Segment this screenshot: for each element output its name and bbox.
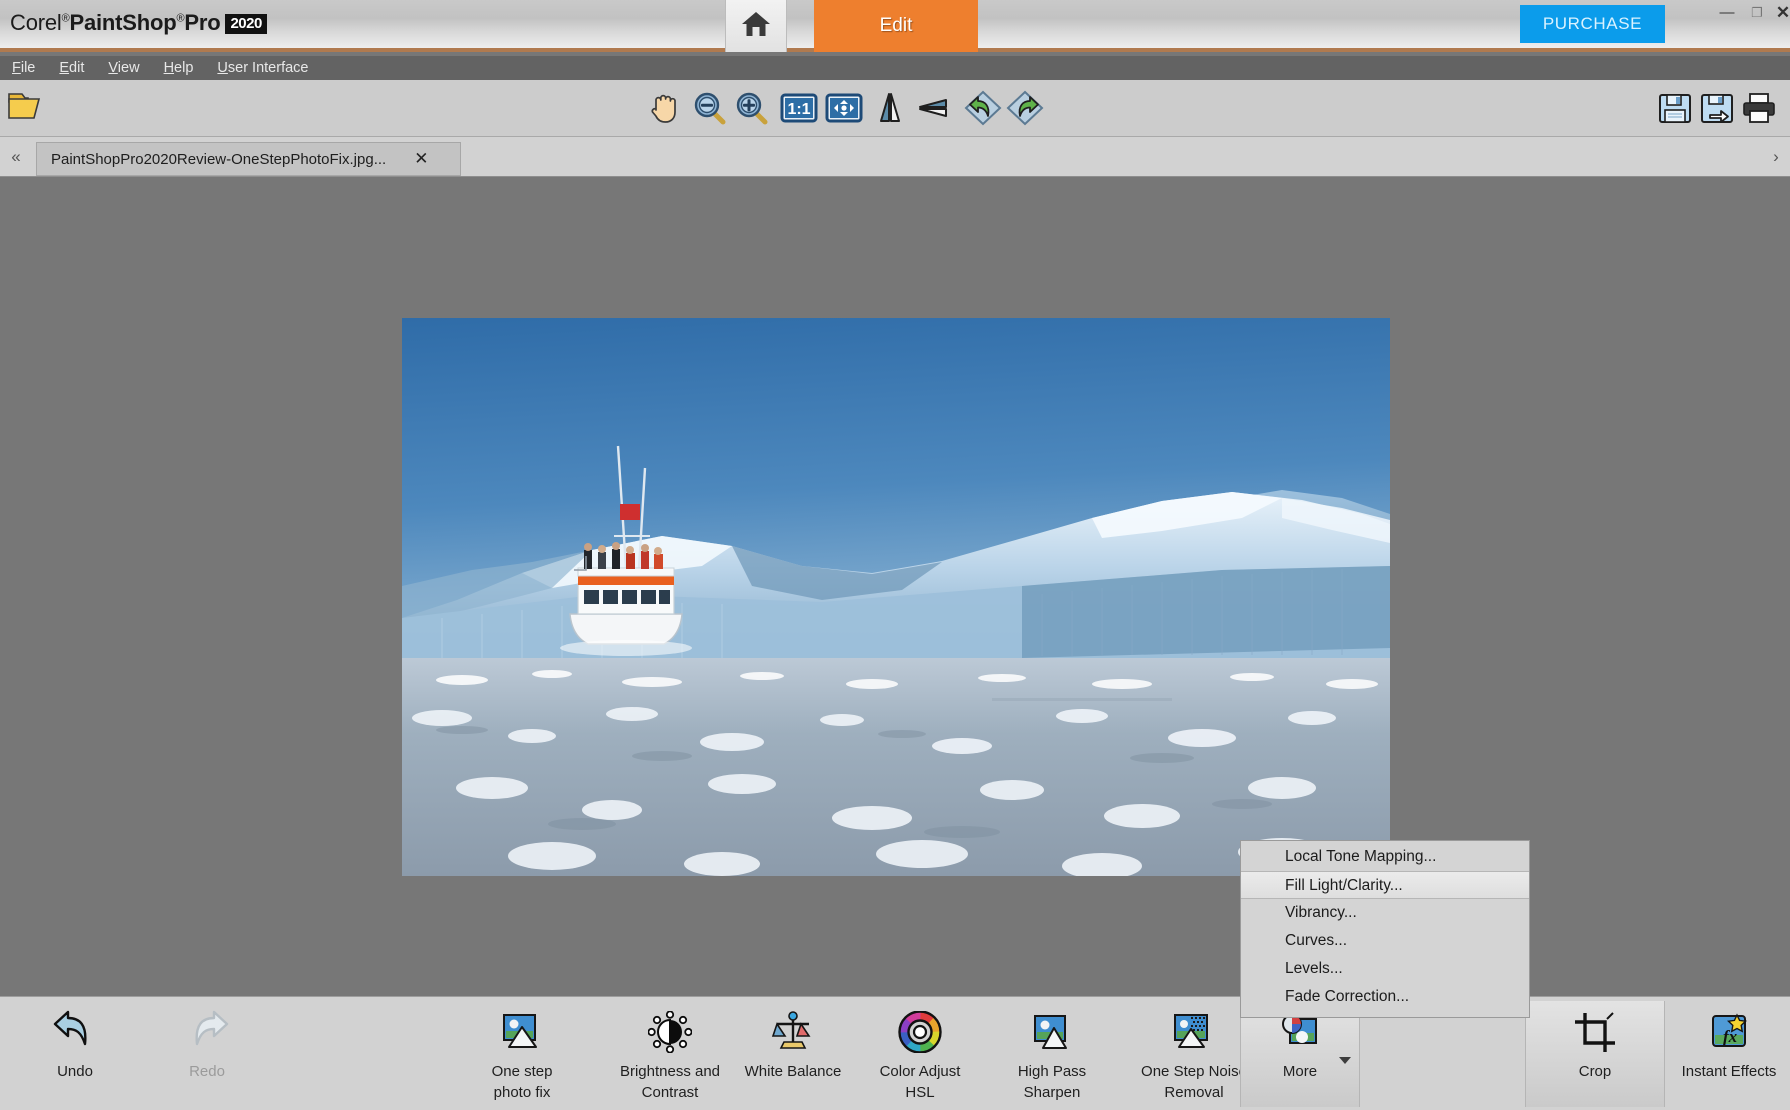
undo-arrow-icon [52, 1007, 98, 1057]
fit-to-window-icon[interactable] [823, 88, 865, 130]
menu-item-user-interface[interactable]: User Interface [205, 60, 320, 76]
print-icon[interactable] [1739, 88, 1781, 130]
menu-file-mnemonic: F [12, 60, 21, 76]
close-button[interactable]: ✕ [1770, 2, 1790, 24]
tab-edit-label: Edit [879, 15, 913, 36]
redo-arrow-icon [184, 1007, 230, 1057]
close-tab-icon[interactable]: ✕ [414, 149, 428, 169]
menu-item-local-tone-mapping[interactable]: Local Tone Mapping... [1241, 843, 1529, 871]
menu-item-fill-light-clarity[interactable]: Fill Light/Clarity... [1241, 871, 1529, 899]
pan-hand-icon[interactable] [645, 88, 687, 130]
menu-bar: File Edit View Help User Interface [0, 56, 1790, 80]
one-step-photo-fix-icon [500, 1007, 544, 1057]
menu-item-help[interactable]: Help [152, 60, 206, 76]
bottom-undo-button[interactable]: Undo [20, 1001, 130, 1107]
home-icon [741, 10, 771, 43]
menu-item-levels[interactable]: Levels... [1241, 955, 1529, 983]
menu-view-mnemonic: V [108, 60, 118, 76]
maximize-button[interactable]: ❐ [1744, 2, 1770, 24]
brand-pro: Pro [184, 10, 221, 35]
one-step-noise-removal-icon [1171, 1007, 1217, 1057]
photo-image[interactable] [402, 318, 1390, 876]
purchase-label: PURCHASE [1542, 14, 1643, 33]
instant-effects-icon: fx [1707, 1007, 1751, 1057]
main-toolbar: 1:1 [0, 80, 1790, 137]
tab-scroll-left-icon[interactable]: « [5, 145, 27, 169]
save-icon[interactable] [1655, 88, 1697, 130]
bottom-white-balance-label: White Balance [744, 1063, 842, 1080]
white-balance-icon [771, 1007, 815, 1057]
title-bar: Corel®PaintShop®Pro 2020 Edit PURCHASE — … [0, 0, 1790, 52]
bottom-brightness-contrast-label: Brightness and Contrast [619, 1063, 721, 1101]
minimize-button[interactable]: — [1714, 2, 1740, 24]
bottom-color-adjust-hsl-label: Color Adjust HSL [879, 1063, 961, 1101]
menu-ui-mnemonic: U [217, 60, 228, 76]
redo-icon[interactable] [1004, 88, 1046, 130]
tab-scroll-right-icon[interactable]: › [1765, 145, 1787, 169]
bottom-redo-button[interactable]: Redo [152, 1001, 262, 1107]
brightness-contrast-icon [648, 1007, 692, 1057]
minimize-icon: — [1719, 4, 1735, 21]
bottom-white-balance-button[interactable]: White Balance [718, 1001, 868, 1107]
menu-help-mnemonic: H [163, 60, 175, 76]
menu-item-edit[interactable]: Edit [47, 60, 96, 76]
document-tab-strip: « PaintShopPro2020Review-OneStepPhotoFix… [0, 137, 1790, 177]
menu-item-vibrancy[interactable]: Vibrancy... [1241, 899, 1529, 927]
tab-home[interactable] [725, 0, 787, 52]
menu-ui-rest: ser Interface [227, 60, 309, 76]
bottom-one-step-photo-fix-button[interactable]: One step photo fix [452, 1001, 592, 1107]
menu-item-fade-correction[interactable]: Fade Correction... [1241, 983, 1529, 1011]
menu-item-file[interactable]: File [0, 60, 47, 76]
bottom-more-label: More [1282, 1063, 1318, 1080]
application-window: Corel®PaintShop®Pro 2020 Edit PURCHASE — … [0, 0, 1790, 1110]
bottom-high-pass-sharpen-button[interactable]: High Pass Sharpen [982, 1001, 1122, 1107]
undo-icon[interactable] [962, 88, 1004, 130]
mirror-icon[interactable] [870, 88, 912, 130]
menu-edit-mnemonic: E [59, 60, 70, 76]
crop-icon [1573, 1007, 1617, 1057]
menu-file-rest: ile [20, 60, 36, 76]
bottom-redo-label: Redo [189, 1063, 225, 1080]
actual-size-1-1-icon[interactable]: 1:1 [778, 88, 820, 130]
color-adjust-hsl-icon [898, 1007, 942, 1057]
maximize-icon: ❐ [1751, 5, 1763, 20]
menu-view-rest: iew [117, 60, 140, 76]
svg-text:1:1: 1:1 [787, 101, 810, 118]
save-as-icon[interactable] [1697, 88, 1739, 130]
bottom-one-step-noise-removal-label: One Step Noise Removal [1141, 1063, 1247, 1101]
flip-icon[interactable] [912, 88, 954, 130]
brand-year: 2020 [225, 14, 267, 34]
app-brand-logo: Corel®PaintShop®Pro 2020 [10, 10, 267, 36]
bottom-undo-label: Undo [57, 1063, 93, 1080]
bottom-crop-button[interactable]: Crop [1525, 1001, 1665, 1107]
bottom-instant-effects-label: Instant Effects [1681, 1063, 1777, 1080]
bottom-instant-effects-button[interactable]: fx Instant Effects [1668, 1001, 1790, 1107]
open-folder-icon[interactable] [6, 88, 48, 130]
bottom-one-step-photo-fix-label: One step photo fix [491, 1063, 553, 1101]
menu-item-view[interactable]: View [96, 60, 151, 76]
document-tab-label: PaintShopPro2020Review-OneStepPhotoFix.j… [51, 150, 387, 168]
menu-help-rest: elp [174, 60, 194, 76]
purchase-button[interactable]: PURCHASE [1520, 5, 1665, 43]
high-pass-sharpen-icon [1030, 1007, 1074, 1057]
document-tab[interactable]: PaintShopPro2020Review-OneStepPhotoFix.j… [36, 142, 461, 176]
tab-scroll-left-glyph: « [11, 147, 21, 166]
bottom-color-adjust-hsl-button[interactable]: Color Adjust HSL [850, 1001, 990, 1107]
bottom-crop-label: Crop [1578, 1063, 1612, 1080]
close-icon: ✕ [1775, 3, 1790, 22]
zoom-in-icon[interactable] [732, 88, 774, 130]
brand-paintshop: PaintShop [69, 10, 177, 35]
svg-text:fx: fx [1723, 1027, 1738, 1046]
menu-edit-rest: dit [69, 60, 85, 76]
menu-item-curves[interactable]: Curves... [1241, 927, 1529, 955]
bottom-high-pass-sharpen-label: High Pass Sharpen [1017, 1063, 1087, 1101]
chevron-down-icon[interactable] [1339, 1057, 1351, 1064]
tab-scroll-right-glyph: › [1773, 147, 1779, 166]
tab-edit[interactable]: Edit [814, 0, 978, 52]
zoom-out-icon[interactable] [690, 88, 732, 130]
more-dropdown-menu[interactable]: Local Tone Mapping... Fill Light/Clarity… [1240, 840, 1530, 1018]
brand-corel: Corel [10, 10, 62, 35]
